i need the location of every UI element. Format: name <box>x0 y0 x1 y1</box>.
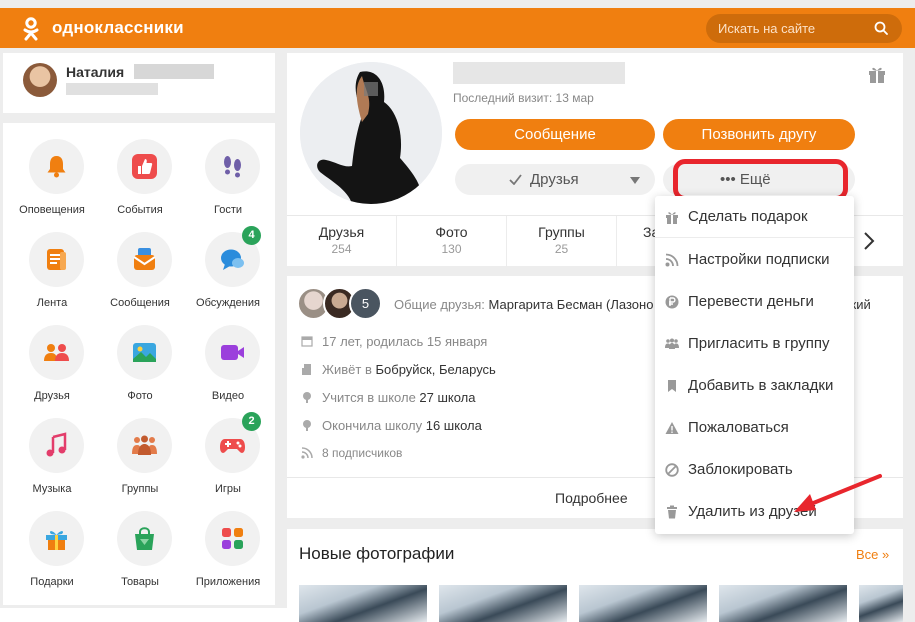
menu-item-discussions[interactable]: 4 Обсуждения <box>183 216 271 309</box>
discussions-badge: 4 <box>242 226 261 245</box>
blurred-surname <box>134 64 214 79</box>
rss-icon <box>665 253 679 267</box>
dropdown-item-make-gift[interactable]: Сделать подарок <box>655 196 854 238</box>
games-badge: 2 <box>242 412 261 431</box>
main-menu: Оповещения События Гости Лента Сообщения… <box>3 123 275 605</box>
school-icon <box>303 392 311 403</box>
gamepad-icon <box>220 439 245 453</box>
photo-thumbnail[interactable] <box>719 585 847 622</box>
building-icon <box>302 364 311 375</box>
search-icon[interactable] <box>874 21 888 35</box>
mutual-friends-count[interactable]: 5 <box>349 287 382 320</box>
menu-item-photo[interactable]: Фото <box>95 309 183 402</box>
calendar-icon <box>301 336 313 347</box>
photo-icon <box>133 343 156 362</box>
photo-thumbnail[interactable] <box>859 585 903 622</box>
menu-item-feed[interactable]: Лента <box>7 216 95 309</box>
groups-icon <box>132 435 157 455</box>
my-name[interactable]: Наталия <box>66 64 124 80</box>
group-invite-icon <box>665 338 679 349</box>
shopping-bag-icon <box>135 527 154 550</box>
search-input[interactable] <box>706 14 902 43</box>
school-icon <box>303 420 311 431</box>
blurred-profile-name <box>453 62 625 84</box>
counter-friends[interactable]: Друзья 254 <box>287 216 397 267</box>
messages-icon <box>133 248 156 270</box>
brand-name[interactable]: одноклассники <box>52 18 184 38</box>
counter-photo[interactable]: Фото 130 <box>397 216 507 267</box>
menu-item-games[interactable]: 2 Игры <box>183 402 271 495</box>
gift-icon[interactable] <box>867 64 887 84</box>
all-photos-link[interactable]: Все » <box>856 547 889 562</box>
photo-thumbnail[interactable] <box>299 585 427 622</box>
ok-logo-icon[interactable] <box>22 17 40 41</box>
friends-icon <box>44 344 69 361</box>
chevron-right-icon[interactable] <box>859 228 879 254</box>
call-friend-button[interactable]: Позвонить другу <box>663 119 855 150</box>
profile-avatar[interactable] <box>300 62 442 204</box>
trash-icon <box>667 505 677 519</box>
warning-icon <box>665 422 679 434</box>
new-photos-title: Новые фотографии <box>299 544 455 563</box>
blurred-subtitle <box>66 83 158 95</box>
menu-item-goods[interactable]: Товары <box>95 495 183 588</box>
caret-down-icon <box>630 177 640 184</box>
friends-status-button[interactable]: Друзья <box>455 164 655 195</box>
rss-icon <box>301 447 313 459</box>
bookmark-icon <box>668 380 676 392</box>
message-button[interactable]: Сообщение <box>455 119 655 150</box>
gift-icon <box>666 212 678 224</box>
apps-icon <box>222 528 243 549</box>
thumbs-up-icon <box>132 154 157 179</box>
music-icon <box>46 432 67 457</box>
dropdown-item-invite-to-group[interactable]: Пригласить в группу <box>655 323 854 365</box>
feed-icon <box>47 249 66 270</box>
annotation-arrow-icon <box>794 474 882 512</box>
photo-thumbnail[interactable] <box>439 585 567 622</box>
menu-item-friends[interactable]: Друзья <box>7 309 95 402</box>
block-icon <box>665 463 679 477</box>
menu-item-events[interactable]: События <box>95 123 183 216</box>
profile-photo-image <box>300 62 442 204</box>
menu-item-notifications[interactable]: Оповещения <box>7 123 95 216</box>
top-bar: одноклассники <box>0 8 915 48</box>
new-photos-card: Новые фотографии Все » <box>287 529 903 622</box>
photo-thumbnail[interactable] <box>579 585 707 622</box>
menu-item-music[interactable]: Музыка <box>7 402 95 495</box>
menu-item-messages[interactable]: Сообщения <box>95 216 183 309</box>
footer-strip <box>0 608 287 622</box>
ruble-icon <box>665 295 679 309</box>
menu-item-gifts[interactable]: Подарки <box>7 495 95 588</box>
menu-item-groups[interactable]: Группы <box>95 402 183 495</box>
avatar[interactable] <box>23 63 57 97</box>
my-profile-card[interactable]: Наталия <box>3 53 275 113</box>
check-icon <box>509 174 522 185</box>
menu-item-video[interactable]: Видео <box>183 309 271 402</box>
dropdown-item-transfer-money[interactable]: Перевести деньги <box>655 281 854 323</box>
last-visit: Последний визит: 13 мар <box>453 91 594 105</box>
counter-groups[interactable]: Группы 25 <box>507 216 617 267</box>
dropdown-item-subscription-settings[interactable]: Настройки подписки <box>655 239 854 281</box>
gift-icon <box>46 531 67 550</box>
menu-item-guests[interactable]: Гости <box>183 123 271 216</box>
mutual-friends-label[interactable]: Общие друзья: Маргарита Бесман (Лазоно <box>394 297 653 312</box>
menu-item-apps[interactable]: Приложения <box>183 495 271 588</box>
dropdown-item-add-bookmark[interactable]: Добавить в закладки <box>655 365 854 407</box>
dropdown-item-report[interactable]: Пожаловаться <box>655 407 854 449</box>
bell-icon <box>47 156 66 178</box>
footprints-icon <box>224 156 241 178</box>
discussions-icon <box>221 249 244 270</box>
annotation-highlight-box <box>673 159 848 201</box>
video-icon <box>221 345 244 360</box>
